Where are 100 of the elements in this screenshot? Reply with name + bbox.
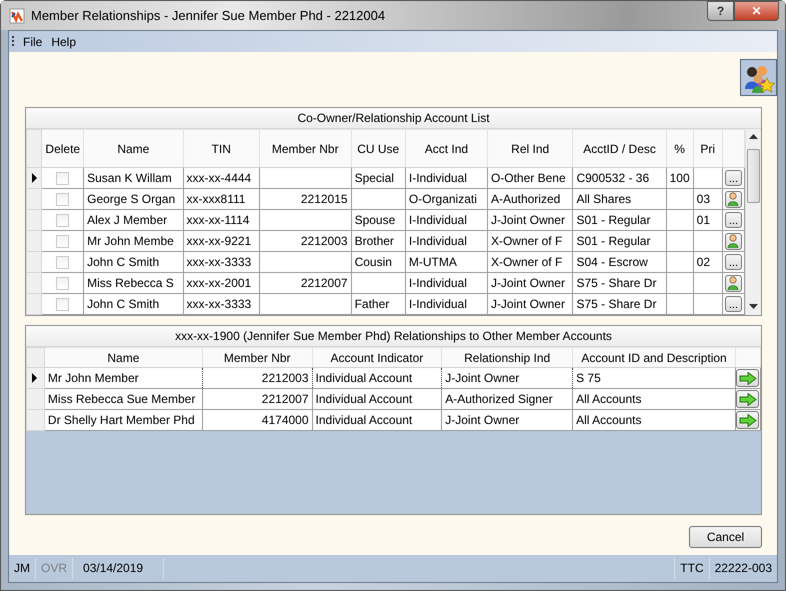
- table-cell: 01: [696, 213, 710, 227]
- column-header[interactable]: Name: [44, 348, 202, 368]
- table-cell: All Shares: [576, 192, 632, 206]
- table-cell: M-UTMA: [408, 255, 457, 269]
- table-cell: Father: [354, 297, 390, 311]
- delete-checkbox[interactable]: [56, 192, 70, 206]
- more-button[interactable]: ...: [724, 212, 742, 228]
- relationships-icon[interactable]: [740, 59, 777, 96]
- table-cell: J-Joint Owner: [490, 276, 565, 290]
- delete-checkbox[interactable]: [56, 276, 70, 290]
- arrow-icon: [738, 372, 757, 384]
- status-field: 03/14/2019: [73, 558, 164, 579]
- column-header[interactable]: Account Indicator: [312, 348, 442, 368]
- status-field: OVR: [36, 558, 74, 579]
- table-cell: S04 - Escrow: [576, 255, 648, 269]
- table-cell: S75 - Share Dr: [576, 276, 656, 290]
- table-cell: J-Joint Owner: [445, 371, 520, 385]
- more-button[interactable]: ...: [724, 296, 742, 312]
- help-button[interactable]: ?: [707, 1, 734, 21]
- column-header[interactable]: CU Use: [351, 130, 406, 168]
- table-cell: xxx-xx-1114: [186, 213, 250, 227]
- status-field: 22222-003: [710, 558, 777, 579]
- table-cell: J-Joint Owner: [490, 297, 565, 311]
- delete-checkbox[interactable]: [56, 214, 70, 226]
- scroll-bar[interactable]: [745, 129, 761, 315]
- column-header[interactable]: Acct Ind: [405, 130, 488, 168]
- table-cell: S01 - Regular: [576, 234, 650, 248]
- table-cell: I-Individual: [408, 297, 467, 311]
- table-cell: Individual Account: [316, 371, 412, 385]
- table-cell: Miss Rebecca S: [87, 276, 174, 290]
- arrow-icon: [738, 392, 757, 406]
- table-cell: S 75: [576, 371, 601, 385]
- column-header[interactable]: TIN: [183, 130, 260, 168]
- table-cell: Individual Account: [316, 413, 412, 427]
- table-cell: All Accounts: [576, 413, 642, 427]
- menu-item[interactable]: File: [23, 34, 42, 48]
- table-cell: xx-xxx8111: [186, 192, 246, 206]
- delete-checkbox[interactable]: [56, 298, 70, 310]
- column-header[interactable]: Pri: [693, 130, 722, 168]
- table-cell: I-Individual: [408, 234, 467, 248]
- table-cell: 100: [670, 171, 690, 185]
- table-cell: xxx-xx-3333: [186, 255, 252, 269]
- delete-checkbox[interactable]: [56, 172, 70, 184]
- arrow-icon: [738, 414, 757, 426]
- more-button[interactable]: ...: [724, 170, 742, 186]
- table-cell: A-Authorized Signer: [445, 392, 553, 406]
- table-cell: Miss Rebecca Sue Member: [48, 392, 196, 406]
- person-icon: [727, 276, 740, 290]
- table-cell: Mr John Membe: [87, 234, 174, 248]
- delete-checkbox[interactable]: [56, 256, 70, 268]
- column-header[interactable]: Rel Ind: [487, 130, 573, 168]
- table-cell: Susan K Willam: [87, 171, 172, 185]
- column-header[interactable]: Member Nbr: [202, 348, 312, 368]
- table-cell: Brother: [354, 234, 394, 248]
- table-cell: I-Individual: [408, 213, 467, 227]
- table-cell: X-Owner of F: [490, 255, 562, 269]
- table-cell: Mr John Member: [48, 371, 139, 385]
- table-cell: I-Individual: [408, 276, 467, 290]
- table-cell: X-Owner of F: [490, 234, 562, 248]
- more-button[interactable]: ...: [724, 254, 742, 270]
- table-cell: 2212007: [300, 276, 348, 290]
- member-button[interactable]: [724, 190, 742, 208]
- go-button[interactable]: [736, 369, 760, 387]
- member-button[interactable]: [724, 274, 742, 292]
- table-cell: J-Joint Owner: [490, 213, 565, 227]
- table-cell: J-Joint Owner: [445, 413, 520, 427]
- table-cell: C900532 - 36: [576, 171, 650, 185]
- column-header[interactable]: Name: [84, 130, 184, 168]
- table-cell: John C Smith: [87, 255, 160, 269]
- go-button[interactable]: [736, 411, 760, 429]
- member-button[interactable]: [724, 232, 742, 250]
- column-header[interactable]: Delete: [42, 130, 84, 168]
- status-field: JM: [9, 558, 36, 579]
- table-cell: John C Smith: [87, 297, 160, 311]
- column-header[interactable]: %: [666, 130, 694, 168]
- table-cell: 2212007: [262, 392, 309, 406]
- table-cell: 4174000: [262, 413, 309, 427]
- column-header[interactable]: Account ID and Description: [572, 348, 736, 368]
- table-cell: Individual Account: [316, 392, 412, 406]
- column-header[interactable]: Member Nbr: [259, 130, 352, 168]
- table-cell: 02: [696, 255, 710, 269]
- table-cell: Alex J Member: [87, 213, 168, 227]
- table-cell: S75 - Share Dr: [576, 297, 656, 311]
- table-cell: Cousin: [354, 255, 392, 269]
- table-cell: 03: [696, 192, 710, 206]
- table-cell: I-Individual: [408, 171, 467, 185]
- table-cell: George S Organ: [87, 192, 176, 206]
- delete-checkbox[interactable]: [56, 234, 70, 248]
- cancel-button[interactable]: Cancel: [689, 526, 762, 548]
- table-cell: O-Organizati: [408, 192, 477, 206]
- table-cell: xxx-xx-2001: [186, 276, 252, 290]
- table-cell: xxx-xx-4444: [186, 171, 252, 185]
- table-cell: 2212003: [300, 234, 348, 248]
- table-cell: 2212003: [262, 371, 309, 385]
- column-header[interactable]: AcctID / Desc: [572, 130, 666, 168]
- table-cell: 2212015: [300, 192, 348, 206]
- column-header[interactable]: Relationship Ind: [442, 348, 573, 368]
- table-cell: All Accounts: [576, 392, 642, 406]
- menu-item[interactable]: Help: [51, 34, 76, 48]
- go-button[interactable]: [736, 390, 760, 408]
